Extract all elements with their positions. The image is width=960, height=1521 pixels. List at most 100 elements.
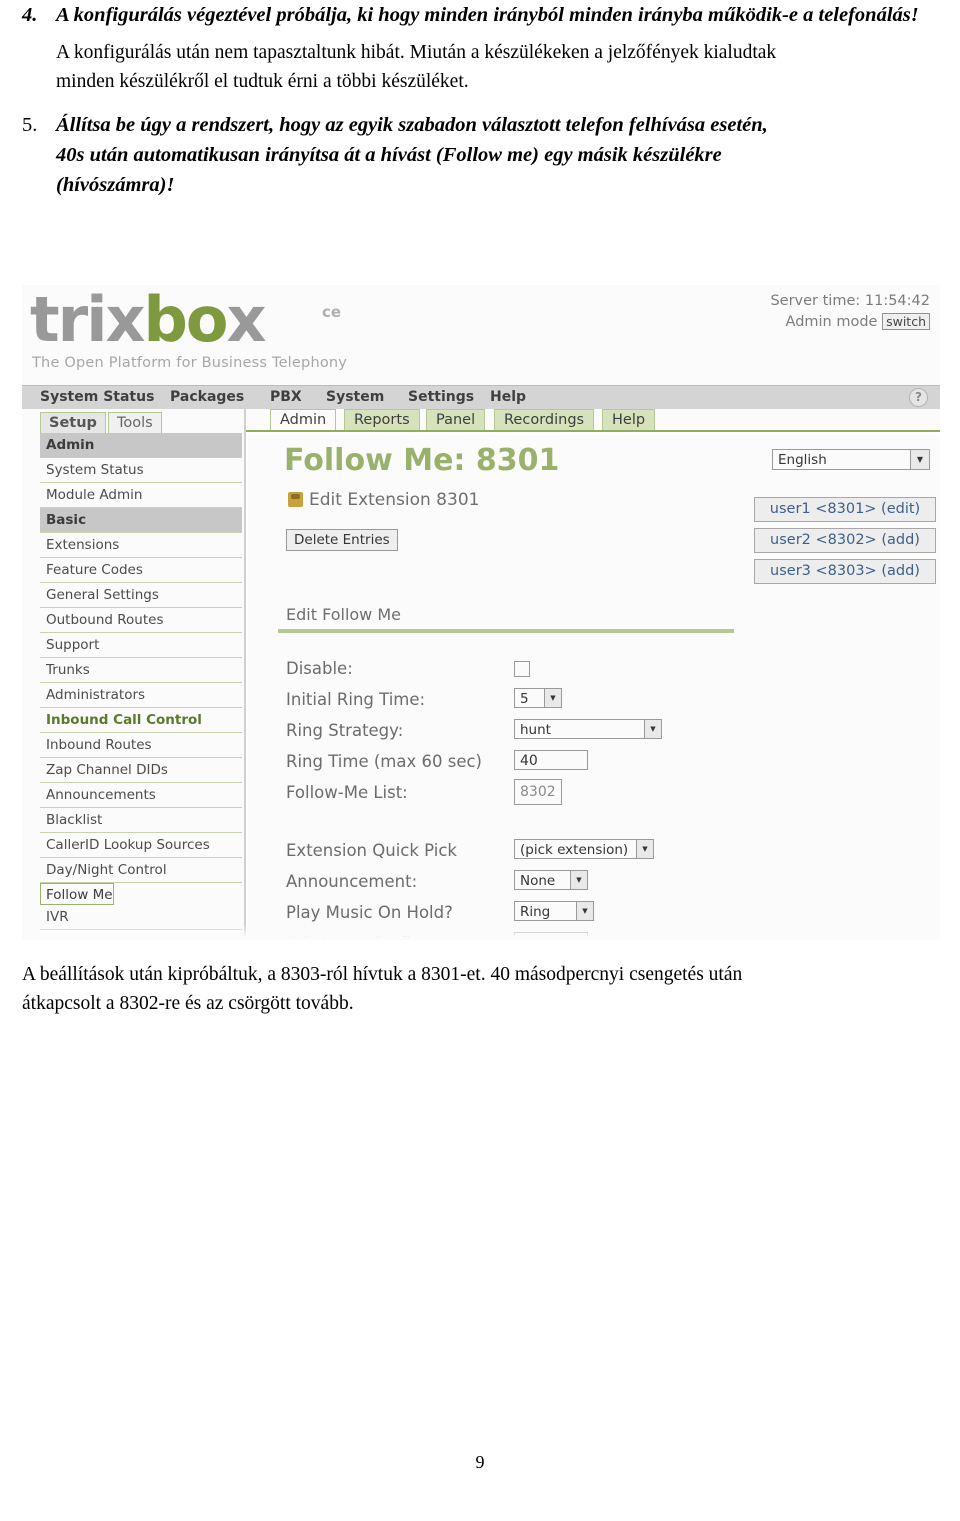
sidebar-tab-setup[interactable]: Setup: [40, 412, 106, 434]
follow-me-list-textarea[interactable]: 8302: [514, 779, 562, 805]
menu-item-system[interactable]: System: [326, 389, 384, 405]
sidebar-item-extensions[interactable]: Extensions: [40, 533, 242, 558]
chevron-down-icon: ▼: [576, 902, 593, 920]
section-label-edit-follow-me: Edit Follow Me: [286, 605, 401, 624]
sidebar-item-follow-me[interactable]: Follow Me: [40, 883, 114, 905]
sidebar-item-administrators[interactable]: Administrators: [40, 683, 242, 708]
sidebar-item-callerid-lookup-sources[interactable]: CallerID Lookup Sources: [40, 833, 242, 858]
menu-item-settings[interactable]: Settings: [408, 389, 474, 405]
follow-me-form: Disable: Initial Ring Time: 5 ▼ Ring Str…: [278, 657, 728, 940]
sidebar-group-admin: Admin: [40, 433, 242, 458]
announcement-value: None: [520, 873, 556, 889]
document-text-bottom: A beállítások után kipróbáltuk, a 8303-r…: [22, 960, 940, 1018]
sidebar-item-blacklist[interactable]: Blacklist: [40, 808, 242, 833]
user-item-8302[interactable]: user2 <8302> (add): [754, 528, 936, 553]
tab-admin[interactable]: Admin: [270, 409, 337, 432]
logo-edition: ce: [322, 303, 342, 321]
chevron-down-icon: ▼: [644, 720, 661, 738]
tab-panel[interactable]: Panel: [426, 409, 486, 431]
item-4-body-line2: minden készülékről el tudtuk érni a több…: [56, 71, 469, 92]
main-panel: Follow Me: 8301 English ▼ Edit Extension…: [248, 435, 940, 940]
menu-item-packages[interactable]: Packages: [170, 389, 244, 405]
sidebar-tabs: Setup Tools: [40, 412, 240, 434]
sidebar-item-general-settings[interactable]: General Settings: [40, 583, 242, 608]
field-row-follow-me-list: Follow-Me List: 8302: [278, 779, 728, 839]
logo-x: x: [226, 285, 266, 356]
disable-checkbox[interactable]: [514, 661, 530, 677]
sidebar-item-inbound-call-control[interactable]: Inbound Call Control: [40, 708, 242, 733]
language-select[interactable]: English ▼: [772, 449, 930, 470]
delete-entries-button[interactable]: Delete Entries: [286, 529, 398, 551]
ring-strategy-select[interactable]: hunt ▼: [514, 719, 662, 739]
language-select-value: English: [778, 452, 827, 468]
tab-help[interactable]: Help: [602, 409, 656, 431]
label-follow-me-list: Follow-Me List:: [286, 783, 408, 802]
sidebar-item-announcements[interactable]: Announcements: [40, 783, 242, 808]
extension-quick-pick-select[interactable]: (pick extension) ▼: [514, 839, 654, 859]
music-on-hold-value: Ring: [520, 904, 551, 920]
item-4-heading: A konfigurálás végeztével próbálja, ki h…: [56, 4, 919, 26]
edit-extension-label: Edit Extension 8301: [309, 490, 480, 510]
sidebar-item-trunks[interactable]: Trunks: [40, 658, 242, 683]
tab-recordings[interactable]: Recordings: [494, 409, 595, 431]
label-disable: Disable:: [286, 659, 353, 678]
sidebar-item-outbound-routes[interactable]: Outbound Routes: [40, 608, 242, 633]
server-time: Server time: 11:54:42: [770, 293, 930, 309]
sidebar-divider: [244, 409, 246, 940]
menu-item-system-status[interactable]: System Status: [40, 389, 154, 405]
user-item-8303[interactable]: user3 <8303> (add): [754, 559, 936, 584]
label-music-on-hold: Play Music On Hold?: [286, 903, 453, 922]
chevron-down-icon: ▼: [636, 840, 653, 858]
trixbox-screenshot: trixbox ce The Open Platform for Busines…: [22, 285, 940, 940]
chevron-down-icon: ▼: [910, 450, 929, 469]
sidebar-item-zap-channel-dids[interactable]: Zap Channel DIDs: [40, 758, 242, 783]
bottom-line-1: A beállítások után kipróbáltuk, a 8303-r…: [22, 964, 743, 985]
field-row-disable: Disable:: [278, 657, 728, 688]
help-question-icon[interactable]: ?: [909, 388, 928, 407]
section-tabbar: Admin Reports Panel Recordings Help: [246, 409, 940, 432]
page-title: Follow Me: 8301: [284, 443, 560, 478]
initial-ring-time-select[interactable]: 5 ▼: [514, 688, 562, 708]
sidebar-item-support[interactable]: Support: [40, 633, 242, 658]
switch-mode-link[interactable]: switch: [882, 313, 930, 330]
initial-ring-time-value: 5: [520, 691, 529, 707]
ring-strategy-value: hunt: [520, 722, 551, 738]
sidebar-item-inbound-routes[interactable]: Inbound Routes: [40, 733, 242, 758]
item-4-body-line1: A konfigurálás után nem tapasztaltunk hi…: [56, 42, 777, 63]
menu-item-pbx[interactable]: PBX: [270, 389, 302, 405]
tab-reports[interactable]: Reports: [344, 409, 420, 431]
announcement-select[interactable]: None ▼: [514, 870, 588, 890]
menu-item-help[interactable]: Help: [490, 389, 526, 405]
sidebar-item-system-status[interactable]: System Status: [40, 458, 242, 483]
user-icon: [288, 492, 303, 507]
logo-o: o: [185, 285, 229, 356]
sidebar-item-day-night-control[interactable]: Day/Night Control: [40, 858, 242, 883]
sidebar-item-module-admin[interactable]: Module Admin: [40, 483, 242, 508]
edit-extension-link[interactable]: Edit Extension 8301: [288, 490, 479, 510]
document-page: 4. A konfigurálás végeztével próbálja, k…: [0, 0, 960, 1521]
sidebar-group-basic: Basic: [40, 508, 242, 533]
item-5-heading-line1: Állítsa be úgy a rendszert, hogy az egyi…: [56, 114, 768, 136]
sidebar-item-feature-codes[interactable]: Feature Codes: [40, 558, 242, 583]
field-row-announcement: Announcement: None ▼: [278, 870, 728, 901]
field-row-ring-time: Ring Time (max 60 sec) 40: [278, 750, 728, 781]
user-item-8301[interactable]: user1 <8301> (edit): [754, 497, 936, 522]
user-list: user1 <8301> (edit) user2 <8302> (add) u…: [754, 497, 936, 590]
screenshot-bottom-fade: [22, 924, 940, 940]
tabbar-rule: [246, 430, 940, 432]
ring-time-input[interactable]: 40: [514, 750, 588, 770]
admin-mode: Admin mode switch: [786, 313, 930, 330]
label-ring-strategy: Ring Strategy:: [286, 721, 404, 740]
item-5-heading-line3: (hívószámra)!: [56, 174, 175, 196]
list-item-4: 4. A konfigurálás végeztével próbálja, k…: [22, 0, 940, 30]
bottom-line-2: átkapcsolt a 8302-re és az csörgött tová…: [22, 993, 354, 1014]
list-item-5: 5. Állítsa be úgy a rendszert, hogy az e…: [22, 110, 940, 200]
logo-trix: trix: [30, 285, 145, 356]
music-on-hold-select[interactable]: Ring ▼: [514, 901, 594, 921]
field-row-extension-quick-pick: Extension Quick Pick (pick extension) ▼: [278, 839, 728, 870]
sidebar-tab-tools[interactable]: Tools: [108, 412, 162, 434]
logo-tagline: The Open Platform for Business Telephony: [32, 355, 348, 371]
extension-quick-pick-value: (pick extension): [520, 842, 629, 858]
sidebar: Setup Tools Admin System Status Module A…: [22, 409, 246, 940]
label-initial-ring-time: Initial Ring Time:: [286, 690, 426, 709]
